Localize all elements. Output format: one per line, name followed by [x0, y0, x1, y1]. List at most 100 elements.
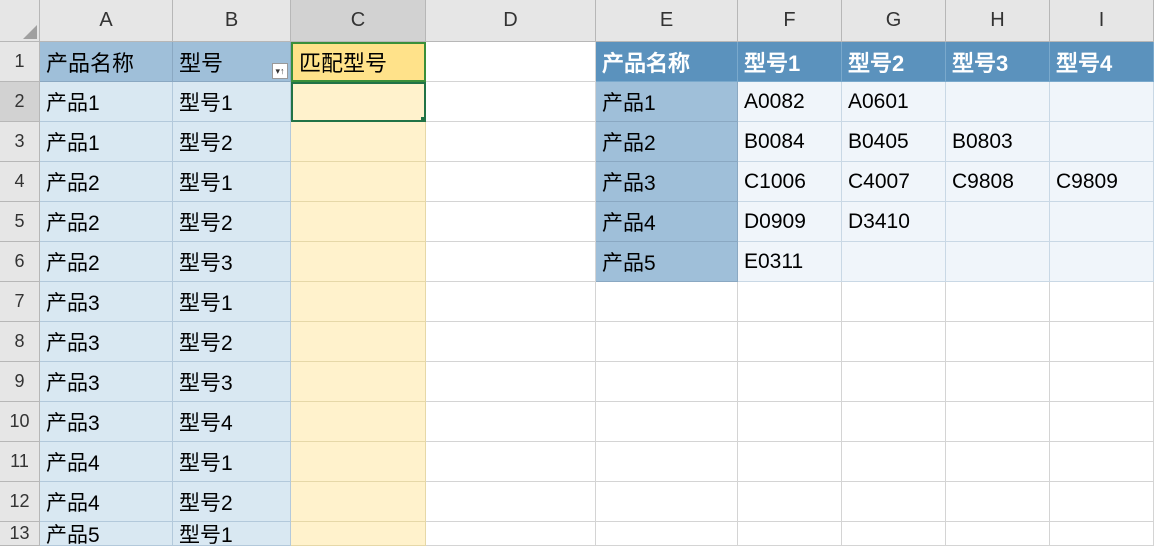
cell-E1[interactable]: 产品名称	[596, 42, 738, 82]
cell-C8[interactable]	[291, 322, 426, 362]
col-header-F[interactable]: F	[738, 0, 842, 42]
cell-H8[interactable]	[946, 322, 1050, 362]
cell-G8[interactable]	[842, 322, 946, 362]
cell-E7[interactable]	[596, 282, 738, 322]
cell-H6[interactable]	[946, 242, 1050, 282]
cell-G10[interactable]	[842, 402, 946, 442]
cell-A9[interactable]: 产品3	[40, 362, 173, 402]
cell-C10[interactable]	[291, 402, 426, 442]
cell-I7[interactable]	[1050, 282, 1154, 322]
cell-D1[interactable]	[426, 42, 596, 82]
cell-A8[interactable]: 产品3	[40, 322, 173, 362]
cell-I12[interactable]	[1050, 482, 1154, 522]
row-header-9[interactable]: 9	[0, 362, 40, 402]
cell-I5[interactable]	[1050, 202, 1154, 242]
cell-D11[interactable]	[426, 442, 596, 482]
cell-D7[interactable]	[426, 282, 596, 322]
cell-E3[interactable]: 产品2	[596, 122, 738, 162]
cell-E5[interactable]: 产品4	[596, 202, 738, 242]
cell-G9[interactable]	[842, 362, 946, 402]
cell-A6[interactable]: 产品2	[40, 242, 173, 282]
cell-I10[interactable]	[1050, 402, 1154, 442]
cell-H9[interactable]	[946, 362, 1050, 402]
cell-F7[interactable]	[738, 282, 842, 322]
cell-G4[interactable]: C4007	[842, 162, 946, 202]
cell-F11[interactable]	[738, 442, 842, 482]
cell-B13[interactable]: 型号1	[173, 522, 291, 546]
cell-A5[interactable]: 产品2	[40, 202, 173, 242]
row-header-7[interactable]: 7	[0, 282, 40, 322]
cell-B1[interactable]: 型号 ▾↑	[173, 42, 291, 82]
cell-A1[interactable]: 产品名称	[40, 42, 173, 82]
cell-F2[interactable]: A0082	[738, 82, 842, 122]
cell-D13[interactable]	[426, 522, 596, 546]
spreadsheet-grid[interactable]: A B C D E F G H I 1 产品名称 型号 ▾↑ 匹配型号 产品名称…	[0, 0, 1168, 546]
col-header-E[interactable]: E	[596, 0, 738, 42]
cell-H7[interactable]	[946, 282, 1050, 322]
cell-A13[interactable]: 产品5	[40, 522, 173, 546]
cell-I6[interactable]	[1050, 242, 1154, 282]
cell-H13[interactable]	[946, 522, 1050, 546]
cell-I9[interactable]	[1050, 362, 1154, 402]
cell-I11[interactable]	[1050, 442, 1154, 482]
cell-G1[interactable]: 型号2	[842, 42, 946, 82]
cell-G3[interactable]: B0405	[842, 122, 946, 162]
cell-C11[interactable]	[291, 442, 426, 482]
row-header-2[interactable]: 2	[0, 82, 40, 122]
cell-E10[interactable]	[596, 402, 738, 442]
row-header-4[interactable]: 4	[0, 162, 40, 202]
cell-I2[interactable]	[1050, 82, 1154, 122]
cell-D5[interactable]	[426, 202, 596, 242]
cell-F12[interactable]	[738, 482, 842, 522]
cell-I8[interactable]	[1050, 322, 1154, 362]
cell-H11[interactable]	[946, 442, 1050, 482]
cell-E6[interactable]: 产品5	[596, 242, 738, 282]
cell-F3[interactable]: B0084	[738, 122, 842, 162]
cell-C3[interactable]	[291, 122, 426, 162]
cell-F10[interactable]	[738, 402, 842, 442]
cell-F1[interactable]: 型号1	[738, 42, 842, 82]
cell-G13[interactable]	[842, 522, 946, 546]
cell-B11[interactable]: 型号1	[173, 442, 291, 482]
cell-D9[interactable]	[426, 362, 596, 402]
select-all-corner[interactable]	[0, 0, 40, 42]
cell-D6[interactable]	[426, 242, 596, 282]
cell-I13[interactable]	[1050, 522, 1154, 546]
cell-C5[interactable]	[291, 202, 426, 242]
cell-F6[interactable]: E0311	[738, 242, 842, 282]
cell-A2[interactable]: 产品1	[40, 82, 173, 122]
cell-G6[interactable]	[842, 242, 946, 282]
cell-E2[interactable]: 产品1	[596, 82, 738, 122]
cell-D12[interactable]	[426, 482, 596, 522]
cell-A3[interactable]: 产品1	[40, 122, 173, 162]
col-header-C[interactable]: C	[291, 0, 426, 42]
cell-B3[interactable]: 型号2	[173, 122, 291, 162]
filter-dropdown-icon[interactable]: ▾↑	[272, 63, 288, 79]
cell-C2-active[interactable]	[291, 82, 426, 122]
cell-H1[interactable]: 型号3	[946, 42, 1050, 82]
cell-B12[interactable]: 型号2	[173, 482, 291, 522]
col-header-D[interactable]: D	[426, 0, 596, 42]
cell-D2[interactable]	[426, 82, 596, 122]
row-header-8[interactable]: 8	[0, 322, 40, 362]
cell-I3[interactable]	[1050, 122, 1154, 162]
col-header-I[interactable]: I	[1050, 0, 1154, 42]
cell-E8[interactable]	[596, 322, 738, 362]
cell-H10[interactable]	[946, 402, 1050, 442]
cell-C9[interactable]	[291, 362, 426, 402]
cell-G5[interactable]: D3410	[842, 202, 946, 242]
row-header-11[interactable]: 11	[0, 442, 40, 482]
cell-B5[interactable]: 型号2	[173, 202, 291, 242]
cell-D4[interactable]	[426, 162, 596, 202]
cell-B4[interactable]: 型号1	[173, 162, 291, 202]
cell-C7[interactable]	[291, 282, 426, 322]
cell-E4[interactable]: 产品3	[596, 162, 738, 202]
cell-A10[interactable]: 产品3	[40, 402, 173, 442]
cell-A11[interactable]: 产品4	[40, 442, 173, 482]
col-header-H[interactable]: H	[946, 0, 1050, 42]
cell-E11[interactable]	[596, 442, 738, 482]
cell-H3[interactable]: B0803	[946, 122, 1050, 162]
cell-G11[interactable]	[842, 442, 946, 482]
cell-H4[interactable]: C9808	[946, 162, 1050, 202]
col-header-G[interactable]: G	[842, 0, 946, 42]
